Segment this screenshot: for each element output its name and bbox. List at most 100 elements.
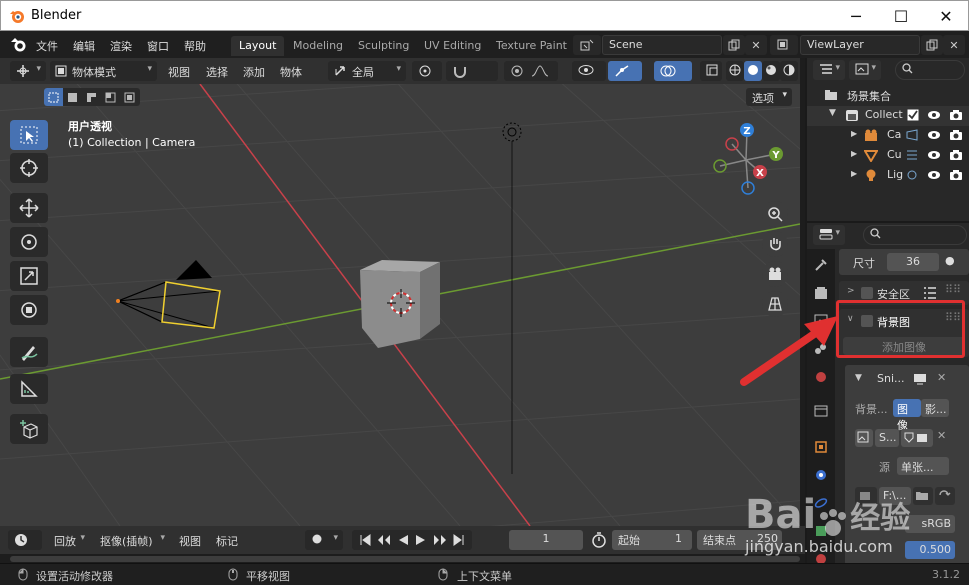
scene-name-field[interactable]: Scene: [602, 35, 722, 55]
keying-dropdown[interactable]: 抠像(插帧) ▾: [94, 530, 170, 550]
next-keyframe-icon[interactable]: [433, 534, 447, 546]
tab-layout[interactable]: Layout: [231, 36, 285, 56]
timeline-menu-view[interactable]: 视图: [179, 533, 201, 549]
eye-icon[interactable]: [927, 110, 941, 120]
camera-render-icon[interactable]: [949, 109, 963, 121]
scale-tool[interactable]: [10, 261, 48, 291]
colorspace-dropdown[interactable]: sRGB: [905, 515, 955, 533]
camera-object[interactable]: [116, 260, 221, 329]
eye-icon[interactable]: [927, 130, 941, 140]
tab-modeling[interactable]: Modeling: [285, 36, 351, 56]
scene-new-icon[interactable]: [723, 35, 745, 55]
tab-sculpting[interactable]: Sculpting: [350, 36, 417, 56]
viewlayer-remove-icon[interactable]: ✕: [943, 35, 965, 55]
outliner-editor-type[interactable]: ▾: [813, 60, 845, 80]
3d-viewport[interactable]: Z Y X 选项 ▾ 用户透视 (1) Collection | Camera: [0, 84, 800, 526]
expand-cube-icon[interactable]: ▶: [851, 149, 857, 158]
expand-camera-icon[interactable]: ▶: [851, 129, 857, 138]
select-box-tool[interactable]: [10, 120, 48, 150]
safe-areas-checkbox[interactable]: [861, 287, 873, 299]
menu-window[interactable]: 窗口: [147, 38, 169, 54]
tool-tab-icon[interactable]: [809, 253, 833, 277]
menu-help[interactable]: 帮助: [184, 38, 206, 54]
viewlayer-new-icon[interactable]: [921, 35, 943, 55]
remove-image-icon[interactable]: ✕: [937, 371, 946, 384]
measure-tool[interactable]: [10, 374, 48, 404]
image-s-button[interactable]: S...: [875, 429, 899, 447]
snap-toggle[interactable]: [446, 61, 498, 81]
tab-uv-editing[interactable]: UV Editing: [416, 36, 489, 56]
orientation-dropdown[interactable]: 全局 ▾: [328, 61, 406, 81]
prev-keyframe-icon[interactable]: [377, 534, 391, 546]
outliner-row-light[interactable]: ▶ Lig: [807, 166, 969, 186]
properties-search-input[interactable]: [863, 225, 967, 245]
camera-render-icon[interactable]: [949, 169, 963, 181]
shading-rendered-button[interactable]: [780, 61, 798, 81]
select-intersect-icon[interactable]: [120, 88, 139, 106]
outliner-row-collection[interactable]: ▼ Collect: [807, 106, 969, 126]
source-image-button[interactable]: 图像: [893, 399, 921, 432]
camera-view-icon[interactable]: [762, 261, 788, 287]
image-unlink-icon[interactable]: ✕: [937, 429, 946, 442]
outliner-row-camera[interactable]: ▶ Ca: [807, 126, 969, 146]
expand-collection-icon[interactable]: ▼: [829, 108, 836, 118]
annotate-tool[interactable]: [10, 337, 48, 367]
editor-type-dropdown[interactable]: ▾: [10, 61, 46, 81]
select-extend-icon[interactable]: [63, 88, 82, 106]
jump-end-icon[interactable]: [453, 534, 465, 546]
proportional-edit-toggle[interactable]: [504, 61, 558, 81]
maximize-button[interactable]: ☐: [878, 1, 924, 31]
source2-dropdown[interactable]: 单张...: [897, 457, 949, 475]
zoom-icon[interactable]: [762, 201, 788, 227]
navigation-gizmo[interactable]: Z Y X: [713, 123, 783, 195]
world-tab-icon[interactable]: [809, 399, 833, 423]
menu-render[interactable]: 渲染: [110, 38, 132, 54]
drag-handle-icon[interactable]: ⠿⠿: [945, 283, 961, 296]
shading-solid-button[interactable]: [744, 61, 762, 81]
play-reverse-icon[interactable]: [397, 534, 409, 546]
blender-menu-icon[interactable]: [10, 37, 28, 53]
size-dot-icon[interactable]: ●: [945, 254, 955, 267]
outliner-search-input[interactable]: [895, 60, 965, 80]
safe-areas-chevron-icon[interactable]: >: [847, 286, 855, 296]
viewport-menu-view[interactable]: 视图: [168, 64, 190, 80]
menu-edit[interactable]: 编辑: [73, 38, 95, 54]
playback-dropdown[interactable]: 回放 ▾: [48, 530, 90, 550]
outliner-display-mode[interactable]: ▾: [849, 60, 881, 80]
object-tab-icon[interactable]: [809, 435, 833, 459]
cursor-tool[interactable]: [10, 153, 48, 183]
play-icon[interactable]: [415, 534, 427, 546]
timeline-track[interactable]: [10, 556, 800, 562]
outliner-row-scene-collection[interactable]: 场景集合: [807, 86, 969, 106]
scene-remove-icon[interactable]: ✕: [745, 35, 767, 55]
select-invert-icon[interactable]: [101, 88, 120, 106]
viewlayer-browse-icon[interactable]: [770, 35, 798, 55]
image-fake-user-icon[interactable]: [901, 429, 933, 447]
timeline-menu-marker[interactable]: 标记: [216, 533, 238, 549]
viewport-menu-select[interactable]: 选择: [206, 64, 228, 80]
menu-file[interactable]: 文件: [36, 38, 58, 54]
auto-keying-toggle[interactable]: ▾: [305, 530, 343, 550]
transform-tool[interactable]: [10, 295, 48, 325]
minimize-button[interactable]: ─: [833, 1, 879, 31]
stopwatch-icon[interactable]: [590, 531, 608, 549]
viewport-menu-add[interactable]: 添加: [243, 64, 265, 80]
frame-start-field[interactable]: 起始 1: [612, 530, 692, 550]
viewlayer-name-field[interactable]: ViewLayer: [800, 35, 920, 55]
pan-hand-icon[interactable]: [762, 231, 788, 257]
image-browse-icon[interactable]: [855, 429, 873, 447]
folder-icon[interactable]: [913, 487, 933, 505]
expand-light-icon[interactable]: ▶: [851, 169, 857, 178]
select-subtract-icon[interactable]: [82, 88, 101, 106]
tab-texture-paint[interactable]: Texture Paint: [488, 36, 575, 56]
visibility-dropdown[interactable]: [572, 61, 606, 81]
rotate-tool[interactable]: [10, 227, 48, 257]
scene-browse-icon[interactable]: [573, 35, 601, 55]
pivot-dropdown[interactable]: [412, 61, 442, 81]
cube-object[interactable]: [360, 260, 440, 348]
camera-render-icon[interactable]: [949, 129, 963, 141]
add-cube-tool[interactable]: [10, 414, 48, 444]
gizmo-toggle[interactable]: [608, 61, 642, 81]
move-tool[interactable]: [10, 193, 48, 223]
select-new-icon[interactable]: [44, 88, 63, 106]
